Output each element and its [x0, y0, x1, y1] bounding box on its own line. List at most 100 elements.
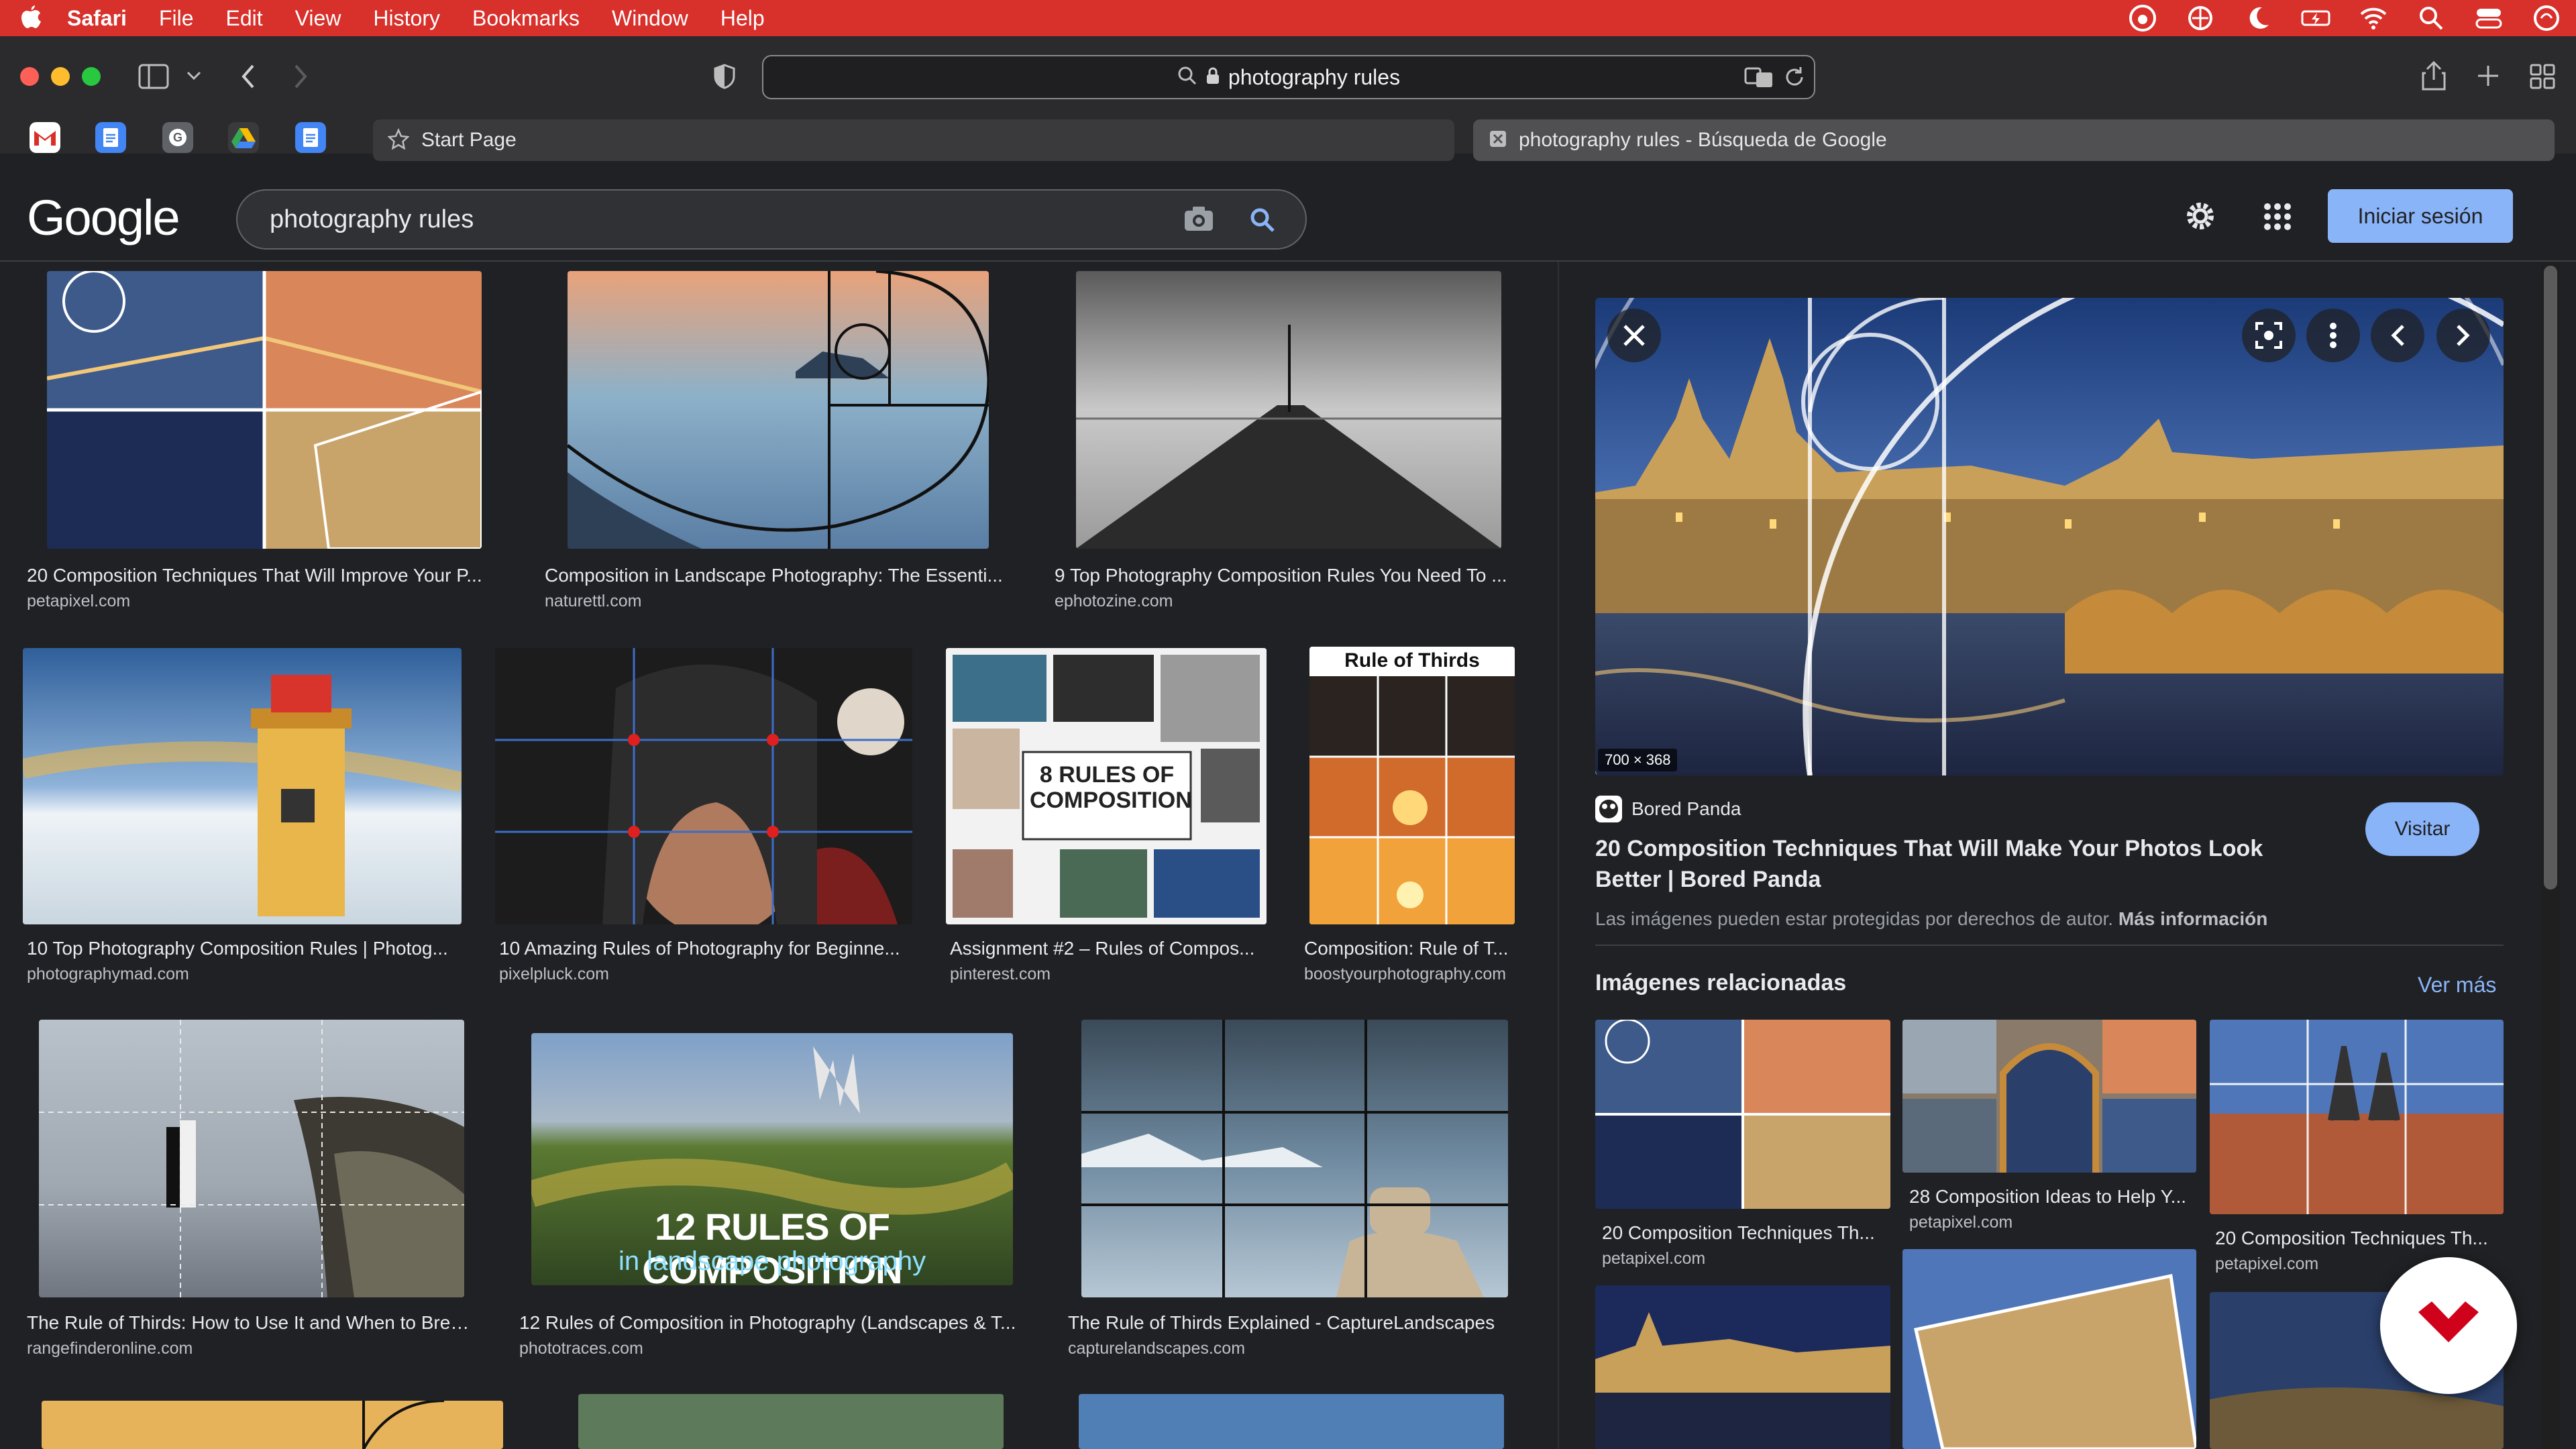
- address-bar[interactable]: photography rules: [762, 55, 1815, 99]
- google-logo[interactable]: Google: [27, 189, 180, 246]
- new-tab-icon[interactable]: [2475, 63, 2501, 89]
- grammarly-icon[interactable]: G: [162, 122, 193, 153]
- lock-icon: [1205, 66, 1220, 89]
- result-title[interactable]: Assignment #2 – Rules of Compos...: [950, 938, 1265, 959]
- result-image-2[interactable]: [1076, 271, 1501, 549]
- svg-text:G: G: [173, 131, 182, 144]
- menu-help[interactable]: Help: [720, 6, 765, 31]
- reload-icon[interactable]: [1782, 64, 1807, 90]
- result-title[interactable]: 10 Top Photography Composition Rules | P…: [27, 938, 463, 959]
- result-image-9[interactable]: [1081, 1020, 1508, 1297]
- chevron-down-icon[interactable]: [185, 67, 203, 85]
- google-drive-icon[interactable]: [228, 122, 259, 153]
- lens-search-icon[interactable]: [2242, 309, 2296, 362]
- related-title[interactable]: 28 Composition Ideas to Help Y...: [1909, 1186, 2198, 1208]
- result-image-12[interactable]: [1079, 1394, 1504, 1449]
- window-minimize-button[interactable]: [51, 67, 70, 86]
- privacy-shield-icon[interactable]: [711, 63, 738, 90]
- related-title[interactable]: 20 Composition Techniques Th...: [2215, 1228, 2504, 1249]
- window-zoom-button[interactable]: [82, 67, 101, 86]
- search-input[interactable]: photography rules: [236, 189, 1307, 250]
- result-title[interactable]: 20 Composition Techniques That Will Impr…: [27, 565, 490, 586]
- close-tab-icon[interactable]: [1489, 130, 1507, 151]
- result-title[interactable]: 10 Amazing Rules of Photography for Begi…: [499, 938, 908, 959]
- sign-in-button[interactable]: Iniciar sesión: [2328, 189, 2513, 243]
- google-docs-icon[interactable]: [295, 122, 326, 153]
- menu-history[interactable]: History: [373, 6, 440, 31]
- result-image-11[interactable]: [578, 1394, 1004, 1449]
- preview-image[interactable]: [1595, 298, 2504, 775]
- related-image-4[interactable]: [1902, 1249, 2196, 1449]
- menu-edit[interactable]: Edit: [226, 6, 263, 31]
- gmail-icon[interactable]: [30, 122, 60, 153]
- result-image-0[interactable]: [47, 271, 482, 549]
- menu-app-safari[interactable]: Safari: [67, 6, 127, 31]
- result-image-7[interactable]: [39, 1020, 464, 1297]
- previous-image-icon[interactable]: [2371, 309, 2424, 362]
- result-image-8[interactable]: 12 RULES OF COMPOSITION in landscape pho…: [531, 1033, 1013, 1285]
- visit-button[interactable]: Visitar: [2365, 802, 2479, 856]
- menu-window[interactable]: Window: [612, 6, 688, 31]
- see-more-link[interactable]: Ver más: [2418, 973, 2496, 998]
- divider: [1595, 945, 2504, 946]
- vpn-icon[interactable]: [2186, 3, 2215, 33]
- result-image-4[interactable]: [495, 648, 912, 924]
- result-image-3[interactable]: [23, 648, 462, 924]
- apple-menu-icon[interactable]: [19, 5, 42, 30]
- bored-panda-logo-icon: [1595, 796, 1622, 822]
- tab-label: Start Page: [421, 129, 517, 151]
- moon-icon[interactable]: [2243, 3, 2273, 33]
- result-image-5[interactable]: 8 RULES OF COMPOSITION: [946, 648, 1267, 924]
- wifi-icon[interactable]: [2359, 3, 2388, 33]
- battery-icon[interactable]: [2301, 3, 2330, 33]
- floating-app-icon[interactable]: [2380, 1257, 2517, 1394]
- menu-view[interactable]: View: [295, 6, 341, 31]
- result-title[interactable]: Composition in Landscape Photography: Th…: [545, 565, 1008, 586]
- result-image-6[interactable]: Rule of Thirds: [1309, 647, 1515, 924]
- settings-gear-icon[interactable]: [2183, 199, 2218, 233]
- tab-google-search[interactable]: photography rules - Búsqueda de Google: [1473, 119, 2555, 161]
- related-image-0[interactable]: [1595, 1020, 1890, 1209]
- search-icon[interactable]: [1249, 207, 1276, 237]
- apps-grid-icon[interactable]: [2263, 203, 2292, 231]
- more-info-link[interactable]: Más información: [2118, 908, 2267, 929]
- preview-title[interactable]: 20 Composition Techniques That Will Make…: [1595, 833, 2333, 895]
- related-image-3[interactable]: [1595, 1285, 1890, 1449]
- result-image-1[interactable]: [568, 271, 989, 549]
- result-title[interactable]: 12 Rules of Composition in Photography (…: [519, 1312, 1029, 1334]
- back-button-icon[interactable]: [236, 63, 260, 90]
- result-source: naturettl.com: [545, 592, 642, 610]
- star-icon: [387, 127, 410, 153]
- creative-cloud-icon[interactable]: [2128, 3, 2157, 33]
- translate-icon[interactable]: [1744, 64, 1774, 90]
- camera-search-icon[interactable]: [1183, 205, 1214, 235]
- tab-overview-icon[interactable]: [2529, 63, 2556, 90]
- close-preview-button[interactable]: [1607, 309, 1661, 362]
- forward-button-icon[interactable]: [288, 63, 313, 90]
- related-image-1[interactable]: [1902, 1020, 2196, 1173]
- result-source: pixelpluck.com: [499, 965, 609, 983]
- preview-source[interactable]: Bored Panda: [1631, 798, 1741, 820]
- tab-label: photography rules - Búsqueda de Google: [1519, 129, 1887, 151]
- panel-scrollbar-thumb[interactable]: [2544, 266, 2557, 890]
- sidebar-toggle-icon[interactable]: [138, 63, 169, 90]
- result-title[interactable]: The Rule of Thirds: How to Use It and Wh…: [27, 1312, 476, 1334]
- related-title[interactable]: 20 Composition Techniques Th...: [1602, 1222, 1890, 1244]
- next-image-icon[interactable]: [2436, 309, 2490, 362]
- result-title[interactable]: The Rule of Thirds Explained - CaptureLa…: [1068, 1312, 1531, 1334]
- window-close-button[interactable]: [20, 67, 39, 86]
- google-docs-icon[interactable]: [95, 122, 126, 153]
- result-source: capturelandscapes.com: [1068, 1339, 1246, 1358]
- menu-file[interactable]: File: [159, 6, 194, 31]
- tab-start-page[interactable]: Start Page: [373, 119, 1454, 161]
- siri-icon[interactable]: [2532, 3, 2561, 33]
- more-options-icon[interactable]: [2306, 309, 2360, 362]
- spotlight-icon[interactable]: [2416, 3, 2446, 33]
- related-image-2[interactable]: [2210, 1020, 2504, 1214]
- menu-bookmarks[interactable]: Bookmarks: [472, 6, 580, 31]
- result-title[interactable]: Composition: Rule of T...: [1304, 938, 1519, 959]
- result-image-10[interactable]: [42, 1401, 503, 1449]
- share-icon[interactable]: [2420, 60, 2447, 91]
- result-title[interactable]: 9 Top Photography Composition Rules You …: [1055, 565, 1517, 586]
- control-center-icon[interactable]: [2474, 3, 2504, 33]
